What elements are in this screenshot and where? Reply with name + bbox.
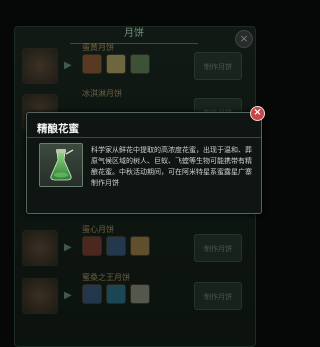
arrow-icon: ▶ <box>64 60 72 71</box>
recipe-name: 冰淇淋月饼 <box>82 89 122 98</box>
recipe-row[interactable]: 蛋心月饼 ▶ 制作月饼 <box>22 224 250 268</box>
honey-bottle-icon <box>50 149 74 181</box>
ingredient-icon <box>106 54 126 74</box>
title-divider <box>27 137 261 138</box>
ingredient-icon <box>82 54 102 74</box>
arrow-icon: ▶ <box>64 242 72 253</box>
recipe-row[interactable]: 蛋黄月饼 ▶ 制作月饼 <box>22 42 250 86</box>
ingredient-icon <box>130 54 150 74</box>
popup-close-button[interactable]: × <box>250 106 265 121</box>
mooncake-thumb-icon <box>22 48 58 84</box>
make-mooncake-button[interactable]: 制作月饼 <box>194 282 242 310</box>
item-title: 精酿花蜜 <box>37 123 79 135</box>
item-description: 科学家从鲜花中提取的高浓度花蜜，出现于温和、葬原气候区域的树人、巨蚁、飞螳等生物… <box>91 146 252 187</box>
ingredient-icon <box>82 236 102 256</box>
mooncake-thumb-icon <box>22 278 58 314</box>
ingredient-icon <box>130 284 150 304</box>
ingredient-icon <box>82 284 102 304</box>
ingredient-icon <box>106 236 126 256</box>
make-mooncake-button[interactable]: 制作月饼 <box>194 234 242 262</box>
recipe-name: 蛋心月饼 <box>82 225 114 234</box>
ingredient-icon <box>106 284 126 304</box>
arrow-icon: ▶ <box>64 290 72 301</box>
recipe-name: 蛋黄月饼 <box>82 43 114 52</box>
recipe-name: 蜜桑之王月饼 <box>82 273 130 282</box>
item-detail-popup: 精酿花蜜 科学家从鲜花中提取的高浓度花蜜，出现于温和、葬原气候区域的树人、巨蚁、… <box>26 112 262 214</box>
item-icon-frame <box>39 143 83 187</box>
make-mooncake-button[interactable]: 制作月饼 <box>194 52 242 80</box>
recipe-row[interactable]: 蜜桑之王月饼 ▶ 制作月饼 <box>22 272 250 316</box>
ingredient-icon <box>130 236 150 256</box>
mooncake-thumb-icon <box>22 230 58 266</box>
